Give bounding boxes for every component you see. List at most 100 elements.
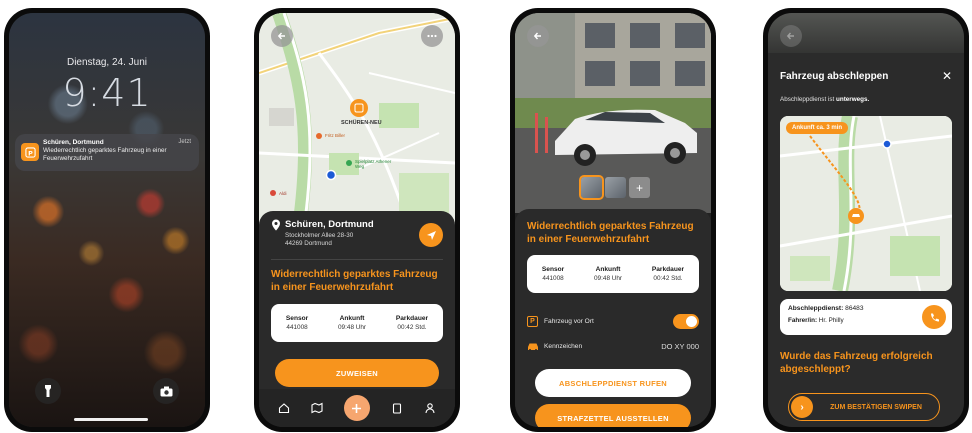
detail-sheet: Widerrechtlich geparktes Fahrzeug in ein… xyxy=(515,209,711,427)
notification-title: Schüren, Dortmund xyxy=(43,139,104,146)
home-icon[interactable] xyxy=(278,402,290,414)
navigation-arrow-icon xyxy=(426,230,436,240)
back-button[interactable] xyxy=(780,25,802,47)
driver-line: Fahrer/in: Hr. Philly xyxy=(788,317,944,324)
lock-time: 9:41 xyxy=(62,71,152,115)
photo-thumbnail[interactable] xyxy=(579,175,604,200)
vehicle-present-toggle[interactable] xyxy=(673,314,699,329)
plate-value: DO XY 000 xyxy=(661,342,699,351)
stat-value: 00:42 Std. xyxy=(653,275,683,282)
tab-bar xyxy=(259,389,455,427)
add-button[interactable] xyxy=(343,395,370,421)
photo-thumbnails: + xyxy=(579,175,650,200)
stat-duration: Parkdauer 00:42 Std. xyxy=(652,266,684,282)
swipe-to-confirm[interactable]: › ZUM BESTÄTIGEN SWIPEN xyxy=(788,393,940,421)
tow-service-label: Abschleppdienst: xyxy=(788,305,844,312)
close-icon[interactable]: ✕ xyxy=(942,69,952,83)
assign-button[interactable]: ZUWEISEN xyxy=(275,359,439,387)
more-button[interactable] xyxy=(421,25,443,47)
navigate-button[interactable] xyxy=(419,223,443,247)
driver-value: Hr. Philly xyxy=(818,317,844,324)
stat-value: 441008 xyxy=(542,275,564,282)
tow-driver-card: Abschleppdienst: 86483 Fahrer/in: Hr. Ph… xyxy=(780,299,952,335)
stat-value: 441008 xyxy=(286,324,308,331)
add-photo-button[interactable]: + xyxy=(629,177,650,198)
stat-label: Parkdauer xyxy=(651,266,685,273)
photo-thumbnail[interactable] xyxy=(605,177,626,198)
call-driver-button[interactable] xyxy=(922,305,946,329)
notification-body: Wiederrechtlich geparktes Fahrzeug in ei… xyxy=(43,147,167,162)
parking-p-icon: P xyxy=(21,143,39,161)
map-label-district: SCHÜREN-NEU xyxy=(341,120,382,126)
stat-value: 09:48 Uhr xyxy=(338,324,367,331)
arrow-left-icon xyxy=(786,32,794,40)
stat-label: Sensor xyxy=(285,315,309,322)
stats-card: Sensor 441008 Ankunft 09:48 Uhr Parkdaue… xyxy=(271,304,443,342)
stat-label: Ankunft xyxy=(339,315,365,322)
eta-badge: Ankunft ca. 3 min xyxy=(786,122,849,134)
camera-icon xyxy=(160,386,172,396)
stats-card: Sensor 441008 Ankunft 09:48 Uhr Parkdaue… xyxy=(527,255,699,293)
stat-sensor: Sensor 441008 xyxy=(286,315,308,331)
tow-map[interactable]: Ankunft ca. 3 min xyxy=(780,116,952,291)
stat-label: Ankunft xyxy=(595,266,621,273)
map-screen: SCHÜREN-NEU Spielplatz Athener Weg Fritz… xyxy=(259,13,455,427)
back-button[interactable] xyxy=(527,25,549,47)
modal-title: Fahrzeug abschleppen xyxy=(780,71,889,82)
flashlight-button[interactable] xyxy=(35,378,61,404)
stat-duration: Parkdauer 00:42 Std. xyxy=(396,315,428,331)
map-label-poi: Fritz Biller xyxy=(325,133,345,138)
swipe-label: ZUM BESTÄTIGEN SWIPEN xyxy=(830,403,922,411)
tow-service-value: 86483 xyxy=(845,305,864,312)
stat-value: 09:48 Uhr xyxy=(594,275,623,282)
call-tow-button[interactable]: ABSCHLEPPDIENST RUFEN xyxy=(535,369,691,397)
tow-status-prefix: Abschleppdienst ist xyxy=(780,96,837,103)
back-button[interactable] xyxy=(271,25,293,47)
arrow-left-icon xyxy=(533,32,541,40)
location-street: Stockholmer Allee 28-30 xyxy=(285,232,354,239)
tow-service-line: Abschleppdienst: 86483 xyxy=(788,305,944,312)
location-city: 44269 Dortmund xyxy=(285,240,332,248)
chevron-right-icon[interactable]: › xyxy=(791,396,813,418)
vehicle-present-row: P Fahrzeug vor Ort xyxy=(527,314,699,329)
notification-time: Jetzt xyxy=(178,139,191,145)
flashlight-icon xyxy=(45,385,51,397)
location-pin-icon xyxy=(272,219,280,231)
tow-screen: Fahrzeug abschleppen ✕ Abschleppdienst i… xyxy=(768,13,964,427)
driver-label: Fahrer/in: xyxy=(788,317,818,324)
violation-text: Widerrechtlich geparktes Fahrzeug in ein… xyxy=(271,269,438,293)
map-icon[interactable] xyxy=(311,402,323,414)
stat-label: Sensor xyxy=(541,266,565,273)
location-row: Schüren, Dortmund Stockholmer Allee 28-3… xyxy=(271,219,443,248)
plate-row: Kennzeichen DO XY 000 xyxy=(527,342,699,351)
clipboard-icon[interactable] xyxy=(391,402,403,414)
arrow-left-icon xyxy=(277,32,285,40)
divider xyxy=(271,259,443,260)
home-indicator[interactable] xyxy=(74,418,148,421)
phone-photo-screen: + Widerrechtlich geparktes Fahrzeug in e… xyxy=(510,8,716,432)
plate-label: Kennzeichen xyxy=(544,343,583,350)
photo-screen: + Widerrechtlich geparktes Fahrzeug in e… xyxy=(515,13,711,427)
stat-arrival: Ankunft 09:48 Uhr xyxy=(594,266,622,282)
lock-date: Dienstag, 24. Juni xyxy=(66,57,148,68)
issue-ticket-button[interactable]: STRAFZETTEL AUSSTELLEN xyxy=(535,404,691,427)
svg-text:P: P xyxy=(28,149,33,157)
phone-map-screen: SCHÜREN-NEU Spielplatz Athener Weg Fritz… xyxy=(254,8,460,432)
more-dots-icon xyxy=(427,34,437,38)
stat-value: 00:42 Std. xyxy=(397,324,427,331)
profile-icon[interactable] xyxy=(424,402,436,414)
detail-sheet: Schüren, Dortmund Stockholmer Allee 28-3… xyxy=(259,211,455,427)
map-label-aldi: Aldi xyxy=(279,191,287,196)
vehicle-present-label: Fahrzeug vor Ort xyxy=(544,318,594,325)
confirm-question: Wurde das Fahrzeug erfolgreich abgeschle… xyxy=(780,351,933,375)
add-icon xyxy=(352,403,362,413)
phone-icon xyxy=(930,313,939,321)
stat-sensor: Sensor 441008 xyxy=(542,266,564,282)
location-title: Schüren, Dortmund xyxy=(285,219,374,230)
map-label-playground: Spielplatz Athener Weg xyxy=(355,159,392,169)
phone-tow-screen: Fahrzeug abschleppen ✕ Abschleppdienst i… xyxy=(763,8,969,432)
camera-button[interactable] xyxy=(153,378,179,404)
push-notification[interactable]: P Schüren, Dortmund Jetzt Wiederrechtlic… xyxy=(15,134,199,171)
violation-text: Widerrechtlich geparktes Fahrzeug in ein… xyxy=(527,221,694,245)
stat-arrival: Ankunft 09:48 Uhr xyxy=(338,315,366,331)
